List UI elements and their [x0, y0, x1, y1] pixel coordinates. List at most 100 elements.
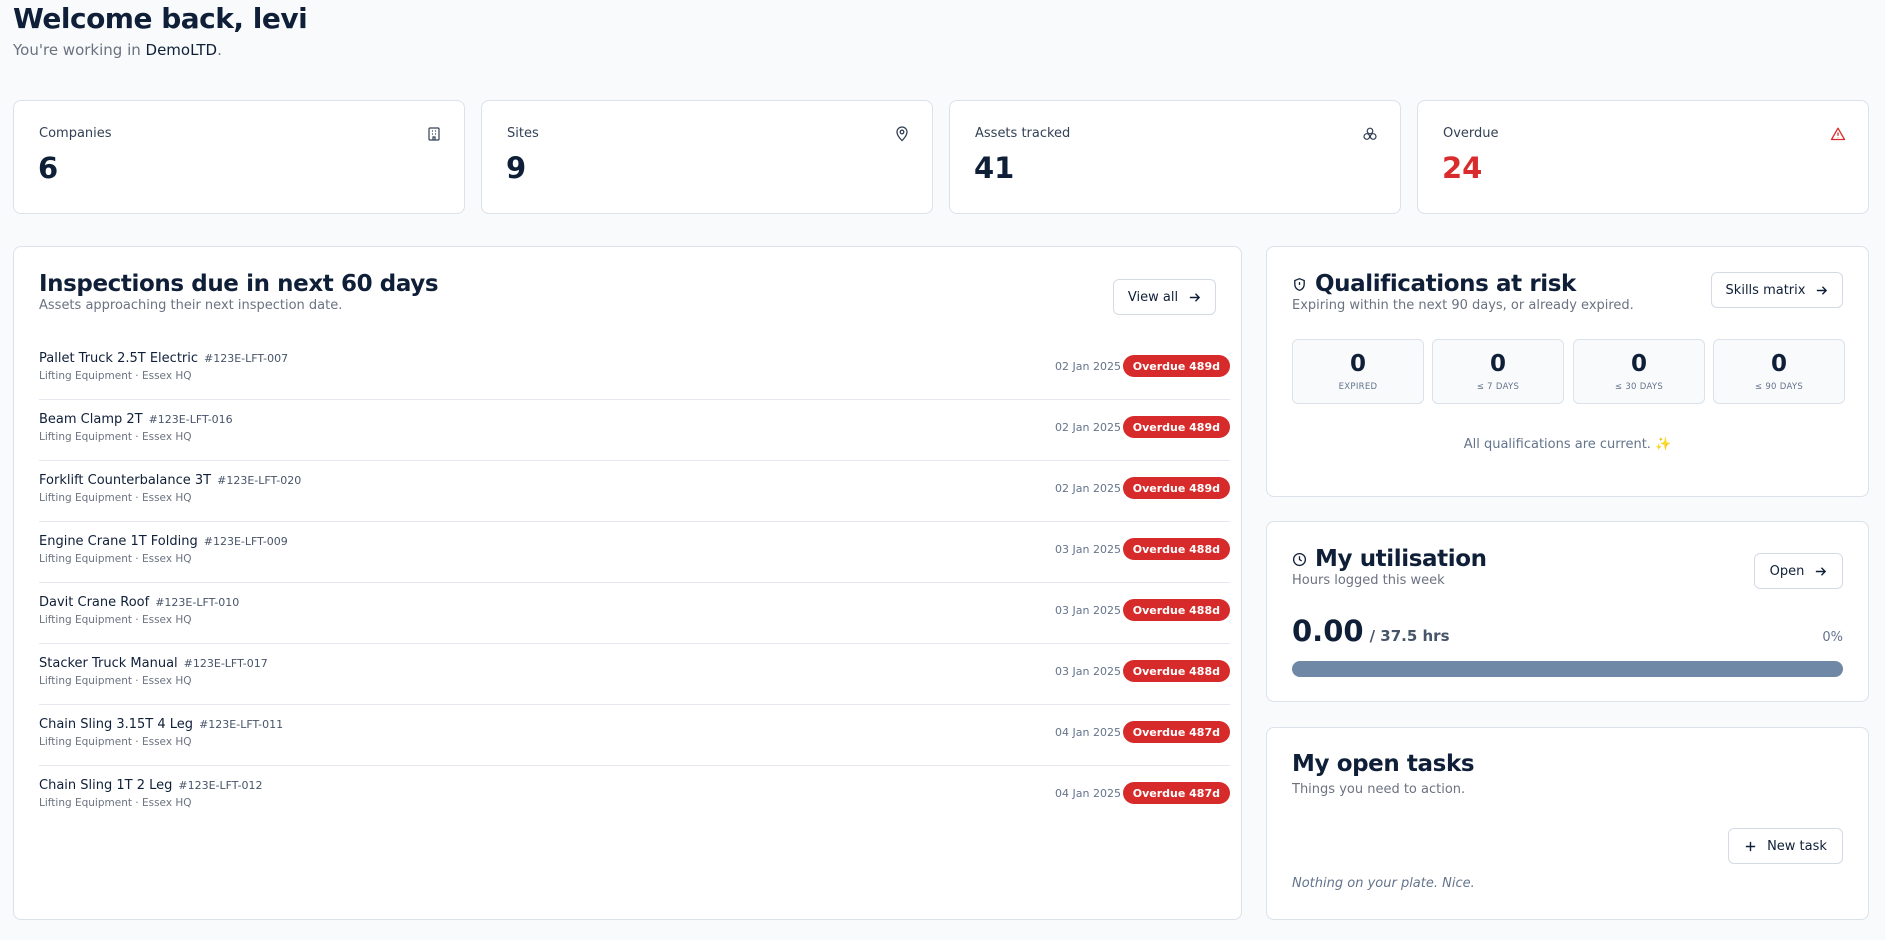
due-date: 03 Jan 2025	[1055, 665, 1121, 678]
stat-value: 6	[38, 151, 59, 185]
qualifications-card: Qualifications at risk Expiring within t…	[1266, 246, 1869, 497]
qualifications-title: Qualifications at risk	[1315, 271, 1576, 297]
view-all-label: View all	[1127, 289, 1179, 305]
arrow-right-icon	[1817, 285, 1828, 295]
overdue-badge: Overdue 489d	[1122, 416, 1230, 438]
asset-name: Davit Crane Roof	[39, 595, 150, 610]
asset-location: Lifting Equipment · Essex HQ	[39, 614, 192, 626]
stat-card-companies: Companies 6	[13, 100, 465, 214]
count-30-days: 0 ≤ 30 DAYS	[1573, 339, 1705, 404]
stat-value: 9	[506, 151, 527, 185]
count-expired: 0 EXPIRED	[1292, 339, 1424, 404]
overdue-badge: Overdue 488d	[1122, 538, 1230, 560]
asset-name: Pallet Truck 2.5T Electric	[39, 351, 199, 366]
inspections-card: Inspections due in next 60 days Assets a…	[13, 246, 1242, 920]
page-title: Welcome back, levi	[13, 2, 308, 35]
count-90-days: 0 ≤ 90 DAYS	[1713, 339, 1845, 404]
map-pin-icon	[896, 126, 908, 142]
inspection-row[interactable]: Forklift Counterbalance 3T #123E-LFT-020 …	[39, 461, 1230, 522]
asset-tag: #123E-LFT-020	[217, 474, 302, 487]
asset-name: Beam Clamp 2T	[39, 412, 143, 427]
asset-name: Chain Sling 3.15T 4 Leg	[39, 717, 194, 732]
count-value: 0	[1489, 351, 1506, 377]
shield-icon	[1294, 277, 1305, 291]
inspections-header: Inspections due in next 60 days Assets a…	[39, 271, 439, 313]
count-value: 0	[1630, 351, 1647, 377]
inspections-subtitle: Assets approaching their next inspection…	[39, 298, 343, 313]
stat-card-assets: Assets tracked 41	[949, 100, 1401, 214]
qualifications-subtitle: Expiring within the next 90 days, or alr…	[1292, 298, 1634, 313]
view-all-button[interactable]: View all	[1113, 279, 1216, 315]
new-task-button[interactable]: New task	[1728, 828, 1843, 864]
utilisation-title: My utilisation	[1315, 546, 1487, 572]
due-date: 02 Jan 2025	[1055, 421, 1121, 434]
asset-location: Lifting Equipment · Essex HQ	[39, 736, 192, 748]
stat-card-overdue: Overdue 24	[1417, 100, 1869, 214]
skills-matrix-button[interactable]: Skills matrix	[1711, 272, 1843, 308]
utilisation-progress-bar	[1292, 661, 1843, 677]
count-value: 0	[1349, 351, 1366, 377]
asset-location: Lifting Equipment · Essex HQ	[39, 675, 192, 687]
hours-readout: 0.00 / 37.5 hrs	[1292, 614, 1450, 648]
inspection-row[interactable]: Chain Sling 3.15T 4 Leg #123E-LFT-011 Lif…	[39, 705, 1230, 766]
open-button[interactable]: Open	[1754, 553, 1843, 589]
company-name: DemoLTD	[145, 41, 218, 59]
overdue-badge: Overdue 487d	[1122, 782, 1230, 804]
arrow-right-icon	[1189, 292, 1201, 302]
tasks-header: My open tasks Things you need to action.	[1292, 751, 1475, 797]
alert-triangle-icon	[1830, 127, 1846, 141]
stat-card-sites: Sites 9	[481, 100, 933, 214]
overdue-badge: Overdue 489d	[1122, 355, 1230, 377]
stat-value: 41	[974, 151, 1015, 185]
asset-location: Lifting Equipment · Essex HQ	[39, 370, 192, 382]
due-date: 04 Jan 2025	[1055, 726, 1121, 739]
hours-target: / 37.5 hrs	[1369, 627, 1450, 645]
asset-tag: #123E-LFT-017	[183, 657, 268, 670]
asset-location: Lifting Equipment · Essex HQ	[39, 797, 192, 809]
asset-name: Forklift Counterbalance 3T	[39, 473, 212, 488]
inspection-row[interactable]: Stacker Truck Manual #123E-LFT-017 Liftin…	[39, 644, 1230, 705]
asset-tag: #123E-LFT-010	[155, 596, 240, 609]
skills-matrix-label: Skills matrix	[1725, 282, 1806, 298]
count-value: 0	[1770, 351, 1787, 377]
inspection-row[interactable]: Davit Crane Roof #123E-LFT-010 Lifting Eq…	[39, 583, 1230, 644]
due-date: 02 Jan 2025	[1055, 482, 1121, 495]
tasks-empty-message: Nothing on your plate. Nice.	[1292, 876, 1475, 891]
new-task-label: New task	[1767, 838, 1827, 854]
stat-title: Companies	[39, 126, 112, 141]
asset-tag: #123E-LFT-009	[203, 535, 288, 548]
count-label: EXPIRED	[1338, 382, 1378, 392]
utilisation-header: My utilisation Hours logged this week	[1292, 546, 1487, 588]
due-date: 03 Jan 2025	[1055, 604, 1121, 617]
inspection-row[interactable]: Pallet Truck 2.5T Electric #123E-LFT-007 …	[39, 339, 1230, 400]
stat-value: 24	[1442, 151, 1483, 185]
stat-title: Assets tracked	[975, 126, 1071, 141]
open-label: Open	[1769, 563, 1805, 579]
qualifications-header: Qualifications at risk Expiring within t…	[1292, 271, 1634, 313]
tasks-card: My open tasks Things you need to action.…	[1266, 727, 1869, 920]
stat-title: Overdue	[1443, 126, 1499, 141]
due-date: 03 Jan 2025	[1055, 543, 1121, 556]
utilisation-subtitle: Hours logged this week	[1292, 573, 1445, 588]
due-date: 02 Jan 2025	[1055, 360, 1121, 373]
workspace-info: You're working in DemoLTD.	[13, 41, 222, 59]
hours-logged: 0.00	[1292, 614, 1364, 648]
inspection-row[interactable]: Beam Clamp 2T #123E-LFT-016 Lifting Equip…	[39, 400, 1230, 461]
tasks-title: My open tasks	[1292, 751, 1475, 777]
page-header: Welcome back, levi You're working in Dem…	[13, 2, 308, 59]
asset-location: Lifting Equipment · Essex HQ	[39, 431, 192, 443]
asset-location: Lifting Equipment · Essex HQ	[39, 553, 192, 565]
asset-tag: #123E-LFT-016	[148, 413, 233, 426]
count-label: ≤ 7 DAYS	[1476, 382, 1520, 392]
inspection-row[interactable]: Chain Sling 1T 2 Leg #123E-LFT-012 Liftin…	[39, 766, 1230, 827]
utilisation-card: My utilisation Hours logged this week Op…	[1266, 521, 1869, 702]
plus-icon	[1745, 841, 1756, 851]
clock-icon	[1292, 552, 1307, 566]
asset-location: Lifting Equipment · Essex HQ	[39, 492, 192, 504]
boxes-icon	[1363, 127, 1377, 140]
tasks-subtitle: Things you need to action.	[1292, 782, 1466, 797]
asset-name: Chain Sling 1T 2 Leg	[39, 778, 173, 793]
count-label: ≤ 90 DAYS	[1754, 382, 1804, 392]
arrow-right-icon	[1816, 566, 1827, 576]
inspection-row[interactable]: Engine Crane 1T Folding #123E-LFT-009 Lif…	[39, 522, 1230, 583]
